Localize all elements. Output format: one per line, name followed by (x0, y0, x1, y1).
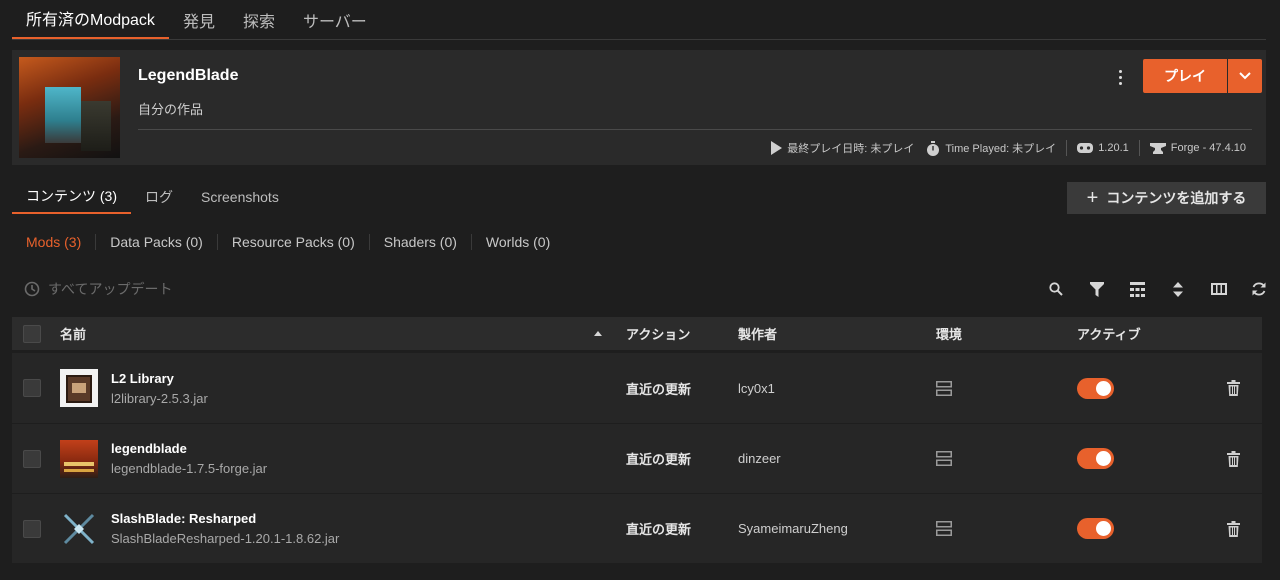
anvil-icon (1149, 142, 1166, 154)
search-icon[interactable] (1036, 279, 1077, 299)
mod-name[interactable]: legendblade (111, 441, 187, 456)
trash-icon[interactable] (1227, 380, 1240, 396)
mod-loader: Forge - 47.4.10 (1170, 142, 1246, 154)
filter-mods[interactable]: Mods (3) (12, 234, 95, 250)
modpack-thumbnail (19, 57, 120, 158)
update-icon (24, 281, 40, 297)
filter-data-packs[interactable]: Data Packs (0) (95, 234, 217, 250)
mod-name[interactable]: SlashBlade: Resharped (111, 511, 256, 526)
minecraft-version: 1.20.1 (1098, 142, 1129, 154)
row-checkbox[interactable] (23, 519, 41, 538)
modpack-title: LegendBlade (138, 67, 239, 84)
time-played: Time Played: 未プレイ (945, 143, 1057, 155)
active-toggle[interactable] (1077, 518, 1114, 539)
filter-worlds[interactable]: Worlds (0) (470, 234, 564, 250)
trash-icon[interactable] (1227, 520, 1240, 537)
tab-servers[interactable]: サーバー (289, 0, 381, 39)
mod-author[interactable]: SyameimaruZheng (738, 494, 848, 563)
tab-screenshots[interactable]: Screenshots (187, 180, 293, 214)
last-played: 最終プレイ日時: 未プレイ (787, 143, 915, 155)
refresh-icon[interactable] (1239, 279, 1280, 299)
mod-name[interactable]: L2 Library (111, 371, 174, 386)
table-header: 名前 アクション 製作者 環境 アクティブ (12, 317, 1262, 350)
mod-icon-l2library (60, 369, 98, 407)
filter-resource-packs[interactable]: Resource Packs (0) (216, 234, 369, 250)
mod-author[interactable]: dinzeer (738, 424, 781, 493)
update-all-button[interactable]: すべてアップデート (24, 279, 172, 299)
chevron-down-icon (1239, 72, 1251, 80)
stopwatch-icon (927, 140, 940, 156)
update-all-label: すべてアップデート (48, 281, 173, 297)
plus-icon: + (1086, 187, 1099, 209)
content-filters: Mods (3) Data Packs (0) Resource Packs (… (12, 230, 564, 254)
mod-icon-slashblade (60, 510, 98, 548)
play-button[interactable]: プレイ (1143, 59, 1227, 93)
table-toolbar (1036, 279, 1280, 299)
table-body: L2 Library l2library-2.5.3.jar 直近の更新 lcy… (12, 353, 1262, 563)
select-all-checkbox[interactable] (23, 324, 41, 343)
tab-discover[interactable]: 発見 (169, 0, 229, 39)
table-row: legendblade legendblade-1.7.5-forge.jar … (12, 423, 1262, 493)
modpack-meta: 最終プレイ日時: 未プレイ Time Played: 未プレイ 1.20.1 F… (764, 138, 1252, 158)
server-icon (936, 380, 952, 396)
mod-action: 直近の更新 (626, 381, 692, 397)
mod-file: legendblade-1.7.5-forge.jar (111, 461, 268, 476)
more-options-icon[interactable] (1112, 65, 1128, 89)
mod-author[interactable]: lcy0x1 (738, 353, 775, 423)
filter-shaders[interactable]: Shaders (0) (368, 234, 471, 250)
column-author[interactable]: 製作者 (738, 317, 777, 350)
add-content-button[interactable]: + コンテンツを追加する (1067, 182, 1266, 214)
mod-action: 直近の更新 (626, 452, 692, 467)
gamepad-icon (1077, 143, 1094, 153)
active-toggle[interactable] (1077, 377, 1114, 399)
modpack-subtitle: 自分の作品 (138, 102, 204, 117)
column-name[interactable]: 名前 (60, 317, 86, 350)
row-checkbox[interactable] (23, 449, 41, 468)
divider (138, 129, 1252, 130)
tab-explore[interactable]: 探索 (229, 0, 289, 39)
sort-icon[interactable] (1158, 279, 1199, 299)
tab-owned-modpacks[interactable]: 所有済のModpack (12, 0, 169, 39)
mod-action: 直近の更新 (626, 522, 692, 537)
trash-icon[interactable] (1227, 450, 1240, 467)
active-toggle[interactable] (1077, 448, 1114, 469)
mod-file: SlashBladeResharped-1.20.1-1.8.62.jar (111, 531, 340, 546)
mod-file: l2library-2.5.3.jar (111, 390, 208, 406)
sort-ascending-icon[interactable] (594, 331, 602, 336)
content-tabs: コンテンツ (3) ログ Screenshots (12, 180, 293, 214)
filter-icon[interactable] (1077, 279, 1118, 299)
tab-contents[interactable]: コンテンツ (3) (12, 180, 131, 214)
mods-table: 名前 アクション 製作者 環境 アクティブ L2 Library l2libra… (12, 317, 1262, 563)
tab-logs[interactable]: ログ (131, 180, 187, 214)
add-content-label: コンテンツを追加する (1106, 190, 1247, 206)
density-icon[interactable] (1117, 279, 1158, 299)
play-icon (771, 141, 783, 155)
column-active[interactable]: アクティブ (1077, 317, 1141, 350)
table-row: SlashBlade: Resharped SlashBladeResharpe… (12, 493, 1262, 563)
play-dropdown-button[interactable] (1228, 59, 1262, 93)
row-checkbox[interactable] (23, 379, 41, 397)
column-environment[interactable]: 環境 (936, 317, 962, 350)
server-icon (936, 451, 952, 466)
table-row: L2 Library l2library-2.5.3.jar 直近の更新 lcy… (12, 353, 1262, 423)
mod-icon-legendblade (60, 439, 98, 478)
top-tabs: 所有済のModpack 発見 探索 サーバー (12, 0, 1266, 40)
columns-icon[interactable] (1198, 279, 1239, 299)
column-action[interactable]: アクション (626, 317, 690, 350)
server-icon (936, 521, 952, 536)
modpack-header: LegendBlade 自分の作品 プレイ 最終プレイ日時: 未プレイ Time… (12, 50, 1266, 165)
